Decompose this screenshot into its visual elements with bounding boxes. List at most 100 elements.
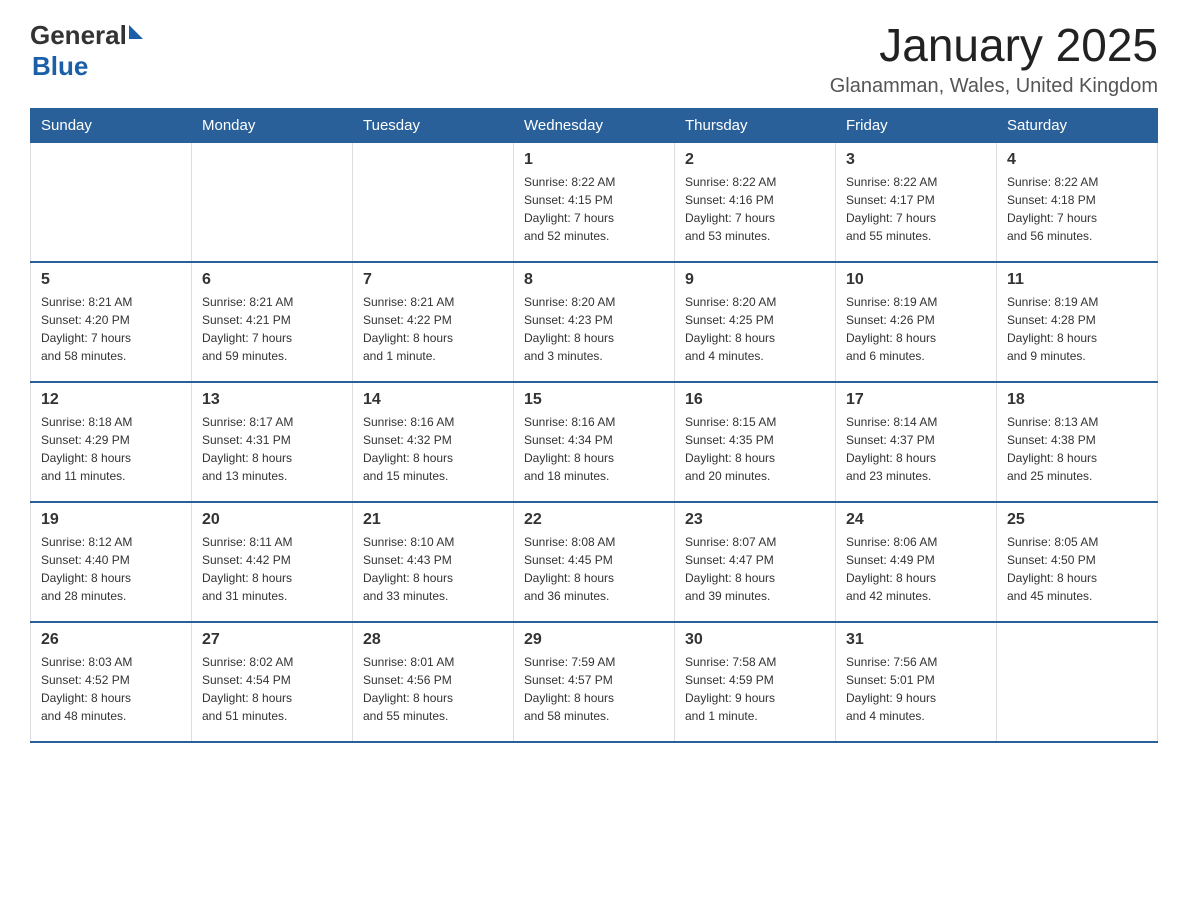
calendar-cell: 30 Sunrise: 7:58 AM Sunset: 4:59 PM Dayli… — [675, 622, 836, 742]
day-info: Sunrise: 8:22 AM Sunset: 4:18 PM Dayligh… — [1007, 173, 1147, 245]
calendar-week-row: 1 Sunrise: 8:22 AM Sunset: 4:15 PM Daylig… — [31, 142, 1158, 262]
day-info: Sunrise: 8:16 AM Sunset: 4:34 PM Dayligh… — [524, 413, 664, 485]
calendar-cell — [192, 142, 353, 262]
day-info: Sunrise: 8:07 AM Sunset: 4:47 PM Dayligh… — [685, 533, 825, 605]
day-number: 16 — [685, 391, 825, 409]
day-info: Sunrise: 8:19 AM Sunset: 4:26 PM Dayligh… — [846, 293, 986, 365]
calendar-cell: 2 Sunrise: 8:22 AM Sunset: 4:16 PM Daylig… — [675, 142, 836, 262]
day-info: Sunrise: 8:15 AM Sunset: 4:35 PM Dayligh… — [685, 413, 825, 485]
day-number: 17 — [846, 391, 986, 409]
day-info: Sunrise: 8:03 AM Sunset: 4:52 PM Dayligh… — [41, 653, 181, 725]
day-info: Sunrise: 8:14 AM Sunset: 4:37 PM Dayligh… — [846, 413, 986, 485]
calendar-cell: 27 Sunrise: 8:02 AM Sunset: 4:54 PM Dayli… — [192, 622, 353, 742]
day-number: 31 — [846, 631, 986, 649]
calendar-cell: 9Sunrise: 8:20 AM Sunset: 4:25 PM Daylig… — [675, 262, 836, 382]
header-wednesday: Wednesday — [514, 108, 675, 142]
header-tuesday: Tuesday — [353, 108, 514, 142]
day-number: 8 — [524, 271, 664, 289]
day-info: Sunrise: 8:21 AM Sunset: 4:21 PM Dayligh… — [202, 293, 342, 365]
day-info: Sunrise: 7:56 AM Sunset: 5:01 PM Dayligh… — [846, 653, 986, 725]
day-number: 19 — [41, 511, 181, 529]
calendar-cell: 26 Sunrise: 8:03 AM Sunset: 4:52 PM Dayli… — [31, 622, 192, 742]
day-number: 23 — [685, 511, 825, 529]
header-thursday: Thursday — [675, 108, 836, 142]
day-info: Sunrise: 8:06 AM Sunset: 4:49 PM Dayligh… — [846, 533, 986, 605]
day-number: 11 — [1007, 271, 1147, 289]
header-saturday: Saturday — [997, 108, 1158, 142]
calendar-cell: 14 Sunrise: 8:16 AM Sunset: 4:32 PM Dayli… — [353, 382, 514, 502]
calendar-cell — [997, 622, 1158, 742]
calendar-cell: 20Sunrise: 8:11 AM Sunset: 4:42 PM Dayli… — [192, 502, 353, 622]
calendar-cell — [353, 142, 514, 262]
day-number: 30 — [685, 631, 825, 649]
calendar-cell: 10 Sunrise: 8:19 AM Sunset: 4:26 PM Dayli… — [836, 262, 997, 382]
calendar-cell: 4 Sunrise: 8:22 AM Sunset: 4:18 PM Daylig… — [997, 142, 1158, 262]
calendar-cell: 11 Sunrise: 8:19 AM Sunset: 4:28 PM Dayli… — [997, 262, 1158, 382]
day-info: Sunrise: 8:18 AM Sunset: 4:29 PM Dayligh… — [41, 413, 181, 485]
day-info: Sunrise: 8:05 AM Sunset: 4:50 PM Dayligh… — [1007, 533, 1147, 605]
header-sunday: Sunday — [31, 108, 192, 142]
calendar-cell: 13 Sunrise: 8:17 AM Sunset: 4:31 PM Dayli… — [192, 382, 353, 502]
day-number: 14 — [363, 391, 503, 409]
day-number: 20 — [202, 511, 342, 529]
day-number: 26 — [41, 631, 181, 649]
calendar-cell: 31 Sunrise: 7:56 AM Sunset: 5:01 PM Dayli… — [836, 622, 997, 742]
day-number: 1 — [524, 151, 664, 169]
day-number: 7 — [363, 271, 503, 289]
day-info: Sunrise: 8:12 AM Sunset: 4:40 PM Dayligh… — [41, 533, 181, 605]
calendar-table: SundayMondayTuesdayWednesdayThursdayFrid… — [30, 108, 1158, 744]
day-info: Sunrise: 8:08 AM Sunset: 4:45 PM Dayligh… — [524, 533, 664, 605]
day-info: Sunrise: 8:10 AM Sunset: 4:43 PM Dayligh… — [363, 533, 503, 605]
day-number: 18 — [1007, 391, 1147, 409]
day-info: Sunrise: 8:02 AM Sunset: 4:54 PM Dayligh… — [202, 653, 342, 725]
calendar-cell: 6 Sunrise: 8:21 AM Sunset: 4:21 PM Daylig… — [192, 262, 353, 382]
calendar-cell — [31, 142, 192, 262]
page-header: General Blue January 2025 Glanamman, Wal… — [30, 20, 1158, 98]
day-info: Sunrise: 8:16 AM Sunset: 4:32 PM Dayligh… — [363, 413, 503, 485]
calendar-cell: 12Sunrise: 8:18 AM Sunset: 4:29 PM Dayli… — [31, 382, 192, 502]
calendar-cell: 15Sunrise: 8:16 AM Sunset: 4:34 PM Dayli… — [514, 382, 675, 502]
day-info: Sunrise: 8:22 AM Sunset: 4:17 PM Dayligh… — [846, 173, 986, 245]
day-info: Sunrise: 8:13 AM Sunset: 4:38 PM Dayligh… — [1007, 413, 1147, 485]
calendar-week-row: 19 Sunrise: 8:12 AM Sunset: 4:40 PM Dayli… — [31, 502, 1158, 622]
day-info: Sunrise: 8:22 AM Sunset: 4:15 PM Dayligh… — [524, 173, 664, 245]
day-info: Sunrise: 7:59 AM Sunset: 4:57 PM Dayligh… — [524, 653, 664, 725]
day-info: Sunrise: 8:22 AM Sunset: 4:16 PM Dayligh… — [685, 173, 825, 245]
calendar-cell: 18 Sunrise: 8:13 AM Sunset: 4:38 PM Dayli… — [997, 382, 1158, 502]
day-info: Sunrise: 8:19 AM Sunset: 4:28 PM Dayligh… — [1007, 293, 1147, 365]
day-number: 2 — [685, 151, 825, 169]
day-number: 6 — [202, 271, 342, 289]
day-info: Sunrise: 8:21 AM Sunset: 4:22 PM Dayligh… — [363, 293, 503, 365]
header-monday: Monday — [192, 108, 353, 142]
calendar-week-row: 26 Sunrise: 8:03 AM Sunset: 4:52 PM Dayli… — [31, 622, 1158, 742]
location-title: Glanamman, Wales, United Kingdom — [830, 75, 1158, 98]
day-number: 10 — [846, 271, 986, 289]
calendar-cell: 19 Sunrise: 8:12 AM Sunset: 4:40 PM Dayli… — [31, 502, 192, 622]
calendar-week-row: 5 Sunrise: 8:21 AM Sunset: 4:20 PM Daylig… — [31, 262, 1158, 382]
calendar-cell: 24 Sunrise: 8:06 AM Sunset: 4:49 PM Dayli… — [836, 502, 997, 622]
day-number: 3 — [846, 151, 986, 169]
calendar-cell: 21Sunrise: 8:10 AM Sunset: 4:43 PM Dayli… — [353, 502, 514, 622]
calendar-cell: 23 Sunrise: 8:07 AM Sunset: 4:47 PM Dayli… — [675, 502, 836, 622]
logo-blue: Blue — [32, 51, 88, 82]
day-number: 13 — [202, 391, 342, 409]
calendar-cell: 8 Sunrise: 8:20 AM Sunset: 4:23 PM Daylig… — [514, 262, 675, 382]
calendar-cell: 28Sunrise: 8:01 AM Sunset: 4:56 PM Dayli… — [353, 622, 514, 742]
title-area: January 2025 Glanamman, Wales, United Ki… — [830, 20, 1158, 98]
day-info: Sunrise: 7:58 AM Sunset: 4:59 PM Dayligh… — [685, 653, 825, 725]
day-info: Sunrise: 8:21 AM Sunset: 4:20 PM Dayligh… — [41, 293, 181, 365]
calendar-cell: 22Sunrise: 8:08 AM Sunset: 4:45 PM Dayli… — [514, 502, 675, 622]
day-number: 25 — [1007, 511, 1147, 529]
logo: General Blue — [30, 20, 143, 82]
calendar-header-row: SundayMondayTuesdayWednesdayThursdayFrid… — [31, 108, 1158, 142]
day-info: Sunrise: 8:17 AM Sunset: 4:31 PM Dayligh… — [202, 413, 342, 485]
day-number: 5 — [41, 271, 181, 289]
calendar-cell: 1 Sunrise: 8:22 AM Sunset: 4:15 PM Daylig… — [514, 142, 675, 262]
day-number: 27 — [202, 631, 342, 649]
calendar-cell: 5 Sunrise: 8:21 AM Sunset: 4:20 PM Daylig… — [31, 262, 192, 382]
day-info: Sunrise: 8:20 AM Sunset: 4:23 PM Dayligh… — [524, 293, 664, 365]
day-number: 28 — [363, 631, 503, 649]
day-number: 24 — [846, 511, 986, 529]
day-number: 4 — [1007, 151, 1147, 169]
day-info: Sunrise: 8:20 AM Sunset: 4:25 PM Dayligh… — [685, 293, 825, 365]
